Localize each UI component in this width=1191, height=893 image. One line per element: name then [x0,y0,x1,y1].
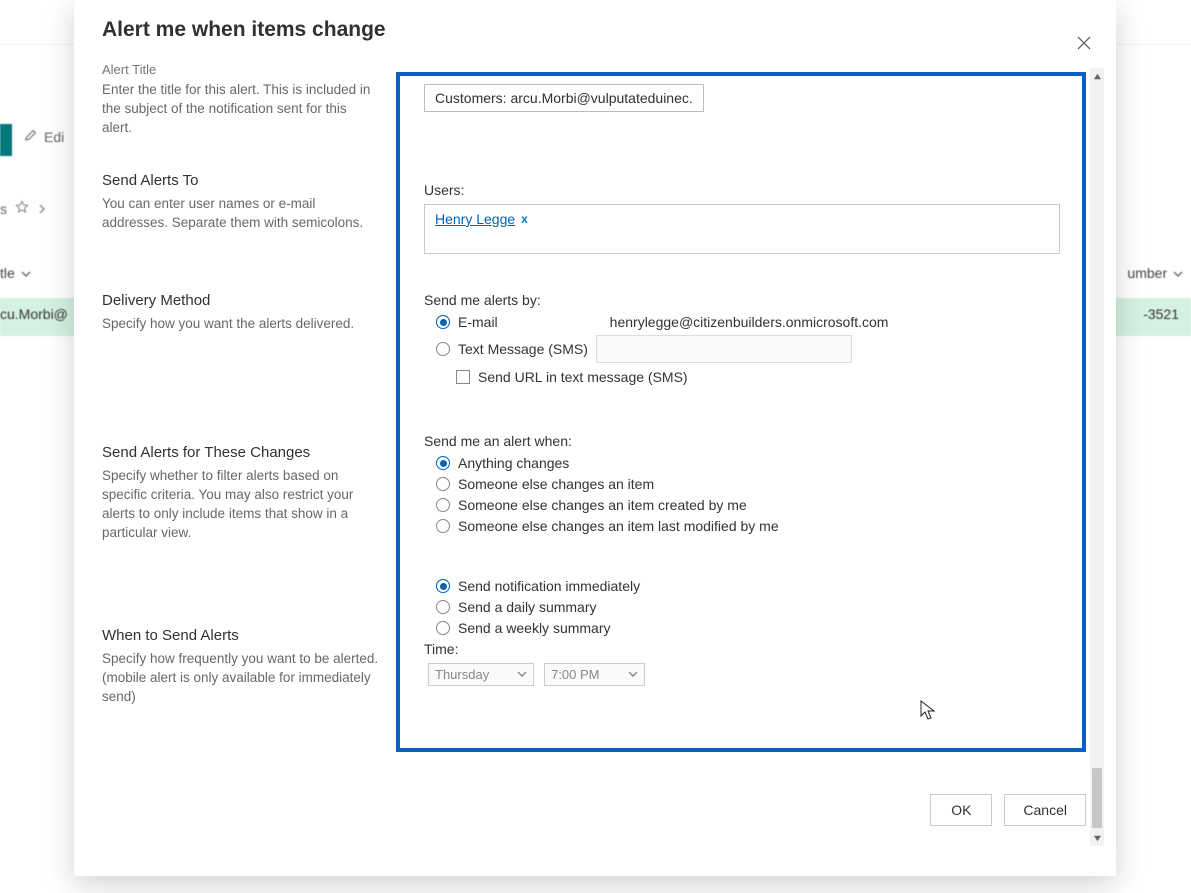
alert-title-head: Alert Title [102,62,380,77]
scroll-up-arrow[interactable] [1090,68,1104,84]
alert-when-option-label: Someone else changes an item [458,476,654,492]
send-url-sms-checkbox[interactable]: Send URL in text message (SMS) [456,369,1068,385]
changes-head: Send Alerts for These Changes [102,444,380,461]
send-to-head: Send Alerts To [102,172,380,189]
bg-edit-label: Edi [44,129,64,145]
bg-col-number-label: umber [1127,265,1167,281]
bg-row-cell-left: cu.Morbi@ [0,306,68,322]
radio-icon [436,315,450,329]
time-hour-select[interactable]: 7:00 PM [544,663,644,686]
bg-star-row: s [0,200,47,217]
bg-row-cell-right: -3521 [1143,306,1179,322]
chevron-down-icon [628,667,638,682]
send-url-sms-label: Send URL in text message (SMS) [478,369,688,385]
form-panel-highlight: Customers: arcu.Morbi@vulputateduinec. U… [396,72,1086,752]
chevron-down-icon [517,667,527,682]
radio-icon [436,498,450,512]
delivery-desc: Specify how you want the alerts delivere… [102,315,380,334]
send-to-desc: You can enter user names or e-mail addre… [102,195,380,233]
send-by-email-label: E-mail [458,314,498,330]
bg-col-title-label: tle [0,265,15,281]
scroll-down-arrow[interactable] [1090,830,1104,846]
when-desc: Specify how frequently you want to be al… [102,650,380,707]
time-label: Time: [424,641,1068,657]
radio-icon [436,600,450,614]
bg-column-number[interactable]: umber [1127,265,1183,281]
users-people-picker[interactable]: Henry Legge x [424,204,1060,254]
checkbox-icon [456,370,470,384]
time-day-select[interactable]: Thursday [428,663,534,686]
pencil-icon [24,128,38,145]
chevron-right-icon [37,201,47,217]
when-send-option-label: Send a daily summary [458,599,597,615]
cancel-button[interactable]: Cancel [1004,794,1086,826]
alert-title-input[interactable]: Customers: arcu.Morbi@vulputateduinec. [424,84,704,112]
scrollbar-thumb[interactable] [1092,768,1102,828]
bg-column-title[interactable]: tle [0,265,31,281]
radio-icon [436,456,450,470]
user-chip-name[interactable]: Henry Legge [435,211,515,227]
radio-icon [436,579,450,593]
bg-star-prefix: s [0,201,7,217]
when-send-option-2[interactable]: Send a weekly summary [436,620,1068,636]
cursor-icon [920,700,936,725]
alert-when-option-label: Anything changes [458,455,569,471]
alert-when-option-0[interactable]: Anything changes [436,455,1068,471]
alert-dialog: Alert me when items change Alert Title E… [74,0,1116,876]
when-head: When to Send Alerts [102,627,380,644]
sms-number-input[interactable] [596,335,852,363]
alert-when-label: Send me an alert when: [424,433,1068,449]
radio-icon [436,342,450,356]
alert-when-option-label: Someone else changes an item last modifi… [458,518,779,534]
bg-accent-stub [0,124,12,156]
send-by-email-address: henrylegge@citizenbuilders.onmicrosoft.c… [610,314,889,330]
send-by-label: Send me alerts by: [424,292,1068,308]
close-icon [1077,36,1091,53]
alert-when-option-label: Someone else changes an item created by … [458,497,747,513]
radio-icon [436,621,450,635]
star-icon [15,200,29,217]
user-chip-remove[interactable]: x [521,212,528,226]
alert-when-option-3[interactable]: Someone else changes an item last modifi… [436,518,1068,534]
send-by-sms-label: Text Message (SMS) [458,341,588,357]
time-hour-value: 7:00 PM [551,667,599,682]
radio-icon [436,477,450,491]
alert-when-option-1[interactable]: Someone else changes an item [436,476,1068,492]
time-day-value: Thursday [435,667,489,682]
vertical-scrollbar[interactable] [1090,68,1104,846]
ok-button[interactable]: OK [930,794,992,826]
send-by-sms-option[interactable]: Text Message (SMS) [436,335,1068,363]
dialog-title: Alert me when items change [102,18,386,42]
alert-when-option-2[interactable]: Someone else changes an item created by … [436,497,1068,513]
users-label: Users: [424,182,1068,198]
delivery-head: Delivery Method [102,292,380,309]
user-chip: Henry Legge x [435,211,528,227]
changes-desc: Specify whether to filter alerts based o… [102,467,380,543]
when-send-option-1[interactable]: Send a daily summary [436,599,1068,615]
bg-edit-button[interactable]: Edi [24,128,64,145]
radio-icon [436,519,450,533]
when-send-option-0[interactable]: Send notification immediately [436,578,1068,594]
when-send-option-label: Send notification immediately [458,578,640,594]
send-by-email-option[interactable]: E-mail henrylegge@citizenbuilders.onmicr… [436,314,1068,330]
left-column: Alert Title Enter the title for this ale… [86,54,396,846]
when-send-option-label: Send a weekly summary [458,620,611,636]
alert-title-desc: Enter the title for this alert. This is … [102,81,380,138]
